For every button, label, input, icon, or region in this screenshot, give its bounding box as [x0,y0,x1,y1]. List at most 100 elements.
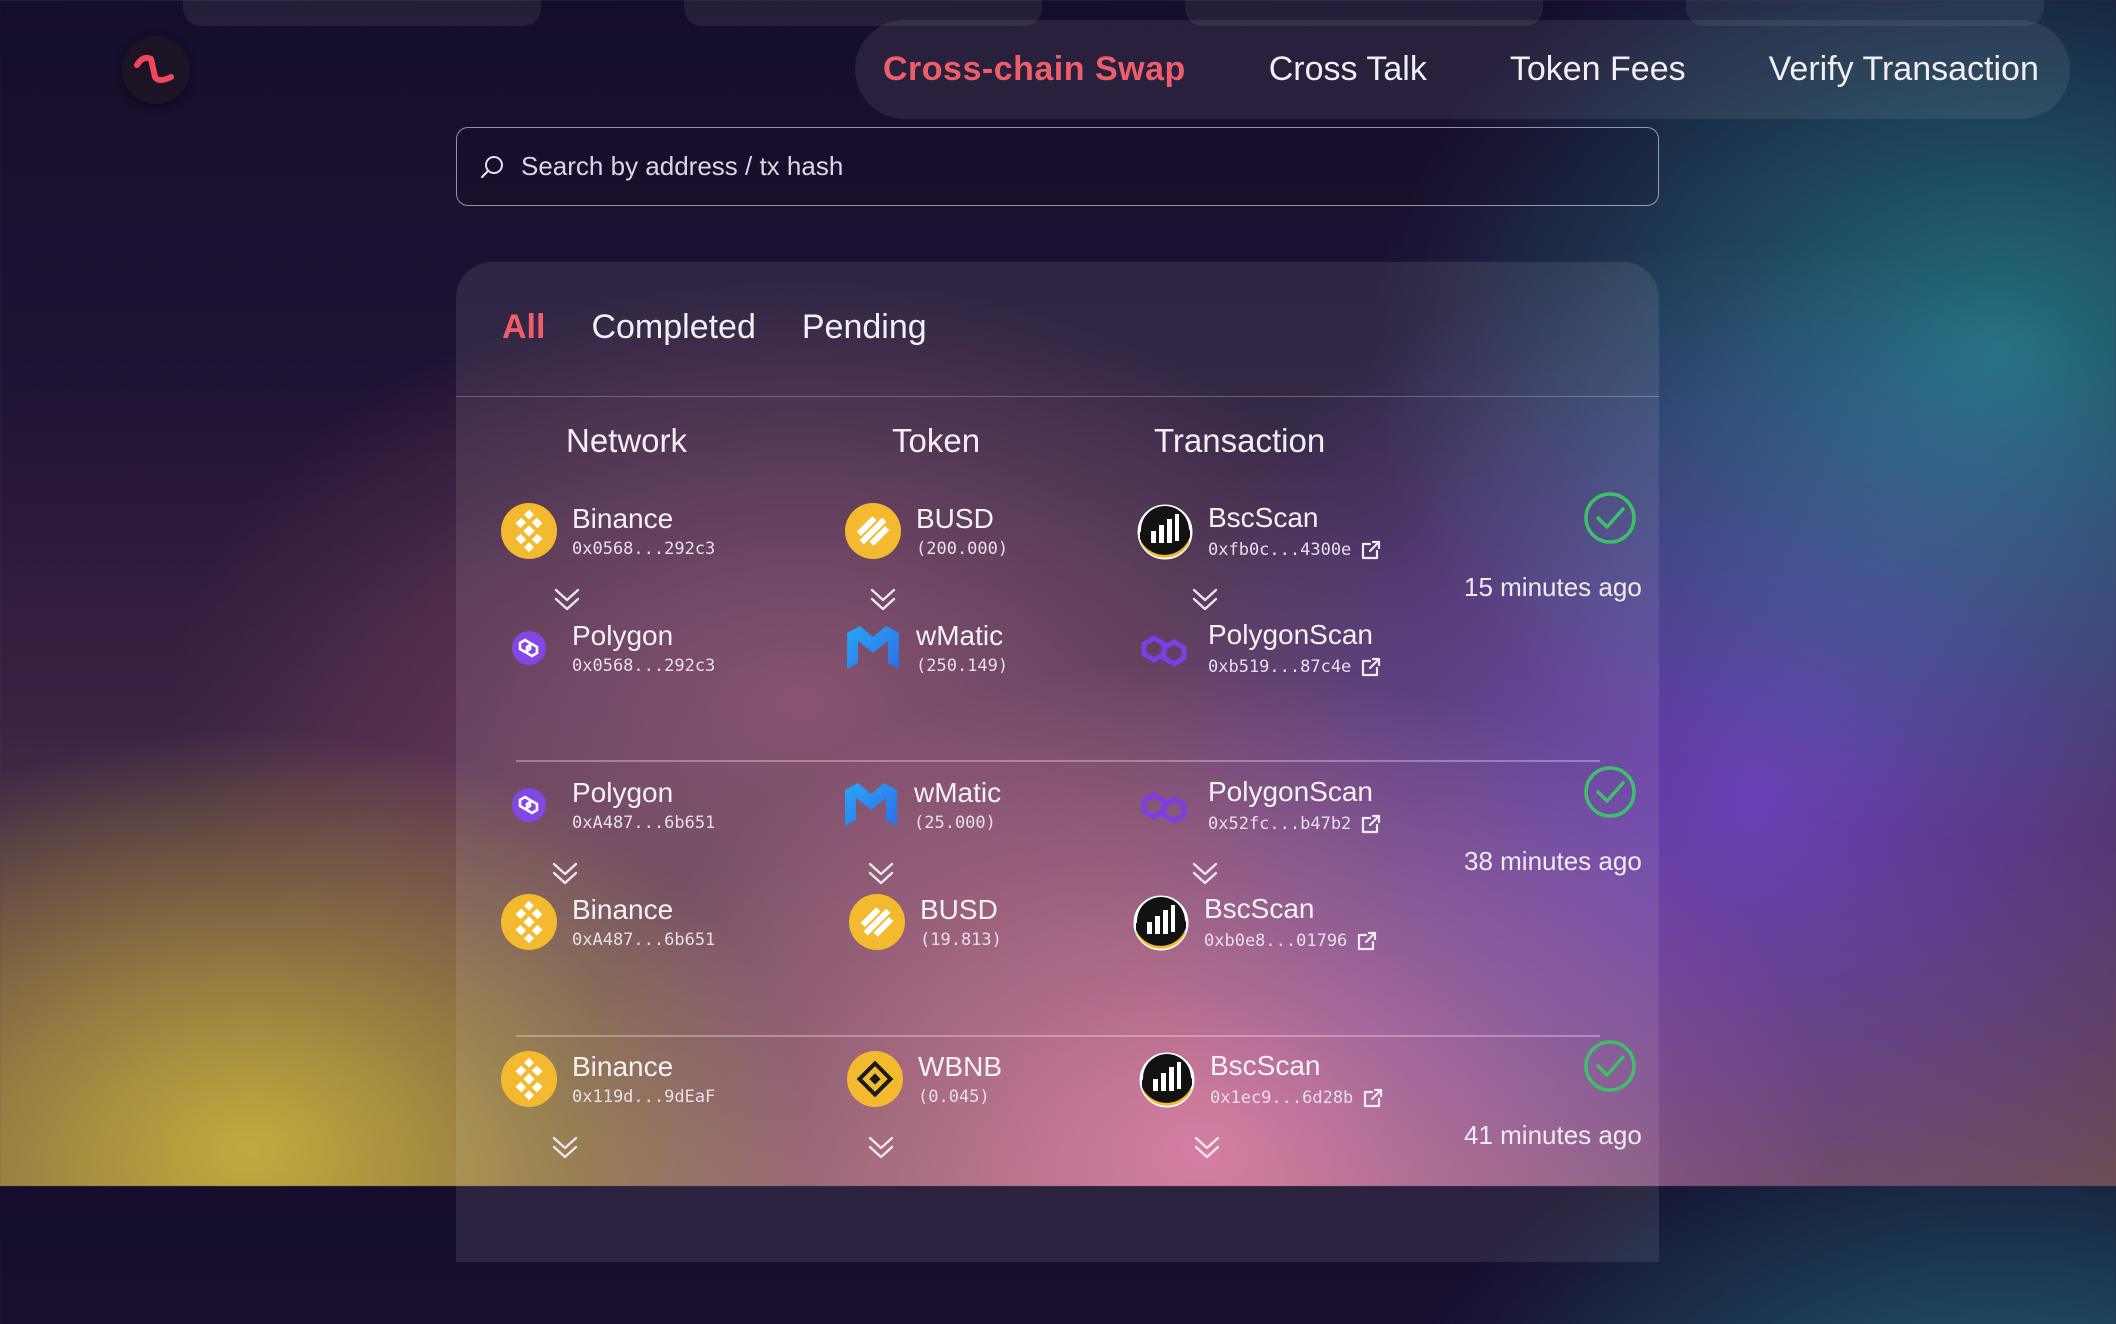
tx-hash-link[interactable]: 0x52fc...b47b2 [1208,814,1351,834]
bscscan-icon [1138,1051,1196,1109]
wallet-address: 0xA487...6b651 [572,930,716,950]
from-token: WBNB (0.045) [846,1050,1002,1108]
explorer-name: BscScan [1208,502,1319,533]
top-nav: Cross-chain Swap Cross Talk Token Fees V… [855,20,2070,119]
nav-token-fees[interactable]: Token Fees [1510,50,1686,89]
token-name: BUSD [920,894,998,925]
explorer-name: PolygonScan [1208,776,1374,807]
tx-hash-link[interactable]: 0xfb0c...4300e [1208,540,1351,560]
token-amount: (19.813) [920,930,1002,950]
wallet-address: 0x0568...292c3 [572,539,716,559]
time-ago: 38 minutes ago [1464,846,1642,876]
external-link-icon[interactable] [1361,1086,1385,1110]
external-link-icon[interactable] [1355,929,1379,953]
row-divider [516,1035,1600,1037]
check-circle-icon [1582,490,1638,546]
from-token: wMatic (25.000) [842,776,1001,834]
tab-completed[interactable]: Completed [591,308,755,347]
chevron-double-down-icon [550,858,580,888]
from-transaction: BscScan 0x1ec9...6d28b [1138,1050,1385,1110]
time-ago: 41 minutes ago [1464,1120,1642,1150]
nav-verify-transaction[interactable]: Verify Transaction [1769,50,2039,89]
network-name: Binance [572,1051,674,1082]
column-header-transaction: Transaction [1154,422,1326,459]
filter-tabs: All Completed Pending [502,308,973,347]
from-network: Binance 0x0568...292c3 [500,502,715,560]
binance-icon [500,502,558,560]
token-amount: (25.000) [914,813,996,833]
external-link-icon[interactable] [1359,655,1383,679]
wmatic-icon [842,776,900,834]
ghost-tab [183,0,541,26]
to-token: BUSD (19.813) [848,893,1002,951]
search-icon [480,155,503,178]
check-circle-icon [1582,1038,1638,1094]
from-network: Polygon 0xA487...6b651 [500,776,715,834]
polygonscan-icon [1136,777,1194,835]
to-transaction: PolygonScan 0xb519...87c4e [1136,619,1383,679]
wbnb-icon [846,1050,904,1108]
column-header-network: Network [566,422,688,459]
tx-hash-link[interactable]: 0xb0e8...01796 [1204,931,1347,951]
transactions-panel: All Completed Pending Network Token Tran… [456,262,1659,1262]
from-transaction: BscScan 0xfb0c...4300e [1136,502,1383,562]
search-input[interactable] [519,150,1623,183]
wallet-address: 0xA487...6b651 [572,813,716,833]
explorer-name: PolygonScan [1208,619,1374,650]
network-name: Binance [572,503,674,534]
explorer-name: BscScan [1204,893,1315,924]
row-divider [516,760,1600,762]
nav-cross-talk[interactable]: Cross Talk [1269,50,1427,89]
token-name: wMatic [914,777,1002,808]
token-name: wMatic [916,620,1004,651]
polygon-icon [500,619,558,677]
network-name: Binance [572,894,674,925]
to-network: Polygon 0x0568...292c3 [500,619,715,677]
nav-cross-chain-swap[interactable]: Cross-chain Swap [883,50,1186,89]
bscscan-icon [1132,894,1190,952]
token-amount: (250.149) [916,656,1009,676]
panel-divider [456,396,1659,397]
chevron-double-down-icon [1190,858,1220,888]
tab-pending[interactable]: Pending [802,308,927,347]
external-link-icon[interactable] [1359,812,1383,836]
from-token: BUSD (200.000) [844,502,1008,560]
polygonscan-icon [1136,620,1194,678]
search-box [456,127,1659,206]
transaction-row: Binance 0x0568...292c3 BUSD (200.000) BscS… [500,502,1642,776]
network-name: Polygon [572,777,674,808]
polygon-icon [500,776,558,834]
column-header-token: Token [892,422,981,459]
token-amount: (200.000) [916,539,1009,559]
time-ago: 15 minutes ago [1464,572,1642,602]
wallet-address: 0x119d...9dEaF [572,1087,716,1107]
transaction-row: Binance 0x119d...9dEaF WBNB (0.045) BscSca… [500,1050,1642,1324]
token-amount: (0.045) [918,1087,990,1107]
tab-all[interactable]: All [502,308,545,347]
network-name: Polygon [572,620,674,651]
chevron-double-down-icon [550,1132,580,1162]
logo-wave-icon [134,54,174,83]
app-logo[interactable] [122,36,190,104]
chevron-double-down-icon [868,584,898,614]
check-circle-icon [1582,764,1638,820]
busd-icon [844,502,902,560]
tx-hash-link[interactable]: 0x1ec9...6d28b [1210,1088,1353,1108]
tx-hash-link[interactable]: 0xb519...87c4e [1208,657,1351,677]
busd-icon [848,893,906,951]
wallet-address: 0x0568...292c3 [572,656,716,676]
chevron-double-down-icon [866,1132,896,1162]
chevron-double-down-icon [552,584,582,614]
external-link-icon[interactable] [1359,538,1383,562]
binance-icon [500,1050,558,1108]
chevron-double-down-icon [1190,584,1220,614]
from-network: Binance 0x119d...9dEaF [500,1050,715,1108]
token-name: BUSD [916,503,994,534]
transaction-row: Polygon 0xA487...6b651 wMatic (25.000) Pol… [500,776,1642,1050]
binance-icon [500,893,558,951]
to-network: Binance 0xA487...6b651 [500,893,715,951]
chevron-double-down-icon [866,858,896,888]
from-transaction: PolygonScan 0x52fc...b47b2 [1136,776,1383,836]
bscscan-icon [1136,503,1194,561]
token-name: WBNB [918,1051,1002,1082]
